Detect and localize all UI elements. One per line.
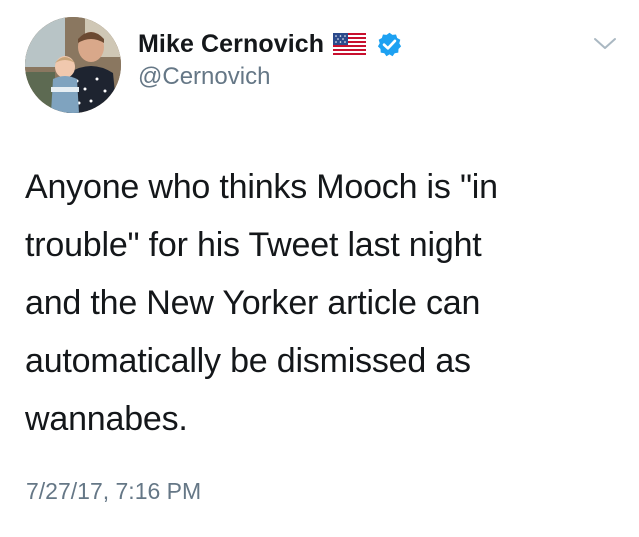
- name-row: Mike Cernovich: [138, 27, 403, 61]
- verified-badge-icon: [376, 31, 403, 58]
- tweet-header: Mike Cernovich @Cernovich: [138, 27, 403, 91]
- profile-photo-icon: [25, 17, 121, 113]
- avatar[interactable]: [25, 17, 121, 113]
- tweet-timestamp[interactable]: 7/27/17, 7:16 PM: [26, 478, 201, 505]
- us-flag-icon: [333, 33, 367, 55]
- display-name[interactable]: Mike Cernovich: [138, 30, 324, 59]
- username-handle[interactable]: @Cernovich: [138, 63, 403, 91]
- tweet-text: Anyone who thinks Mooch is "in trouble" …: [25, 168, 498, 438]
- tweet-card: Mike Cernovich @Cernovich Anyone who thi…: [0, 0, 639, 537]
- chevron-down-icon[interactable]: [593, 36, 617, 52]
